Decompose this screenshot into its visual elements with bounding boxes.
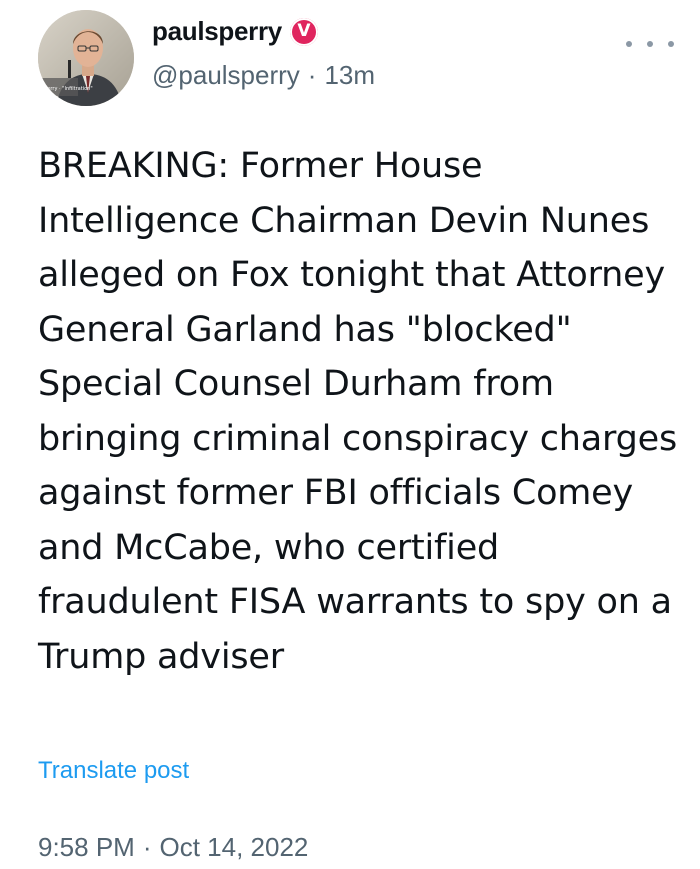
- more-horizontal-icon: [626, 41, 632, 47]
- more-horizontal-icon-dot: [647, 41, 653, 47]
- author-avatar[interactable]: Sperry · "Infiltration": [38, 10, 134, 106]
- more-options-button[interactable]: [626, 32, 674, 56]
- more-horizontal-icon-dot: [668, 41, 674, 47]
- post-date: Oct 14, 2022: [159, 832, 309, 862]
- display-name-row: paulsperry V: [152, 16, 318, 47]
- post-timestamp[interactable]: 9:58 PM · Oct 14, 2022: [38, 832, 308, 863]
- separator-dot: ·: [142, 832, 152, 862]
- verified-badge-icon: V: [289, 17, 318, 46]
- post-card: Sperry · "Infiltration" paulsperry V @pa…: [0, 0, 700, 869]
- post-age[interactable]: 13m: [324, 60, 375, 90]
- author-handle[interactable]: @paulsperry: [152, 60, 300, 90]
- post-header: paulsperry V @paulsperry · 13m: [152, 12, 680, 92]
- separator-dot: ·: [307, 60, 317, 90]
- post-time: 9:58 PM: [38, 832, 135, 862]
- avatar-photo: Sperry · "Infiltration": [38, 10, 134, 106]
- translate-post-link[interactable]: Translate post: [38, 757, 189, 785]
- avatar-caption: Sperry · "Infiltration": [41, 86, 93, 92]
- post-text: BREAKING: Former House Intelligence Chai…: [38, 146, 678, 677]
- handle-row: @paulsperry · 13m: [152, 60, 375, 91]
- author-display-name[interactable]: paulsperry: [152, 16, 282, 47]
